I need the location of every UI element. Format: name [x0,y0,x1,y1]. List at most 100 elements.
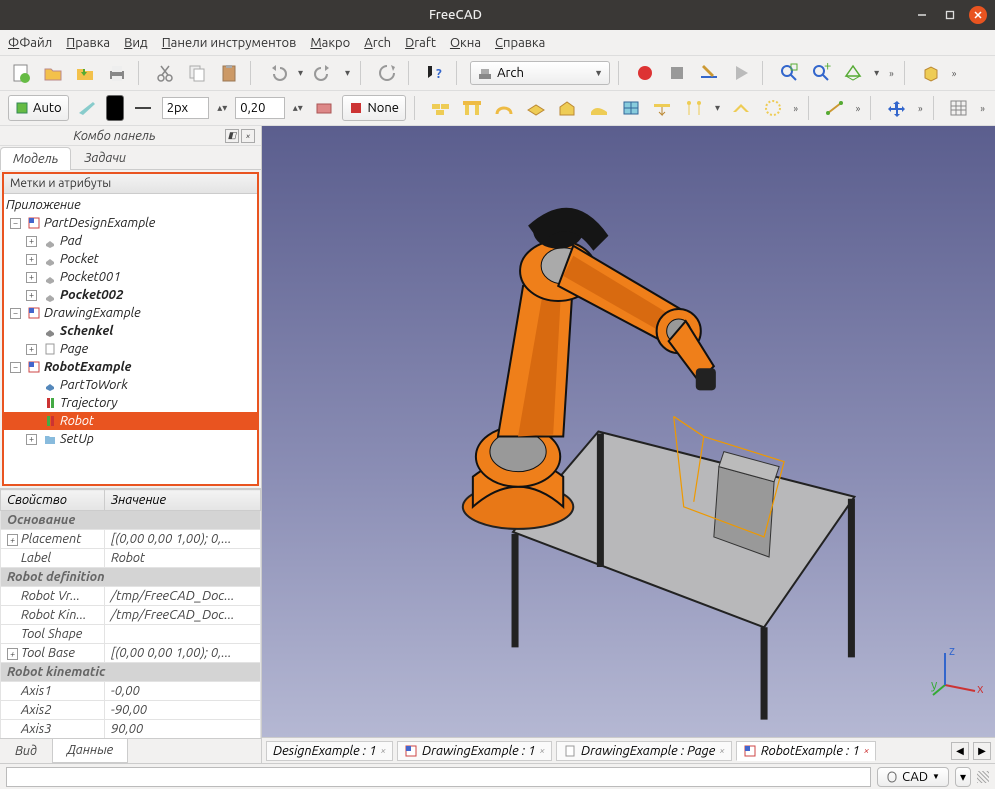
close-icon[interactable]: × [380,745,386,756]
color-swatch[interactable] [106,95,124,121]
arch-window-icon[interactable] [618,95,644,121]
linewidth-stepper[interactable]: ▴▾ [215,102,229,114]
redo-icon[interactable] [311,60,337,86]
print-icon[interactable] [104,60,130,86]
draft-move-icon[interactable] [884,95,910,121]
tree-item-schenkel[interactable]: Schenkel [4,322,257,340]
save-icon[interactable] [72,60,98,86]
paste-icon[interactable] [216,60,242,86]
doctab-robotexample[interactable]: RobotExample : 1× [736,741,876,761]
prop-col-value[interactable]: Значение [105,490,261,511]
menu-windows[interactable]: Окна [450,36,481,50]
prop-row[interactable]: Robot Kin.../tmp/FreeCAD_Doc... [1,606,261,625]
plane-icon[interactable] [75,95,101,121]
menu-view[interactable]: Вид [124,36,148,50]
doctab-drawingexample[interactable]: DrawingExample : 1× [397,741,552,761]
resize-grip[interactable] [977,771,989,783]
construction-icon[interactable] [311,95,337,121]
prop-row[interactable]: Axis390,00 [1,720,261,739]
tree-item-parttowork[interactable]: PartToWork [4,376,257,394]
tree-item-page[interactable]: +Page [4,340,257,358]
workbench-dropdown[interactable]: Arch ▼ [470,61,610,85]
doctab-next-button[interactable]: ▶ [973,742,991,760]
expand-icon[interactable]: + [26,290,37,301]
tree-root[interactable]: Приложение [4,196,257,214]
menu-macro[interactable]: Макро [310,36,350,50]
prop-row[interactable]: +Tool Base[(0,00 0,00 1,00); 0,... [1,644,261,663]
menu-edit[interactable]: Правка [66,36,110,50]
stop-macro-icon[interactable] [664,60,690,86]
menu-file[interactable]: ФФайл [8,36,52,50]
tree-item-pad[interactable]: +Pad [4,232,257,250]
3d-viewport[interactable]: x y z [262,126,995,737]
toolbar2-overflow2-icon[interactable]: » [854,103,863,114]
copy-icon[interactable] [184,60,210,86]
arch-space-icon[interactable] [760,95,786,121]
tab-model[interactable]: Модель [0,147,71,170]
toolbar2-overflow1-icon[interactable]: » [791,103,800,114]
arch-wall-icon[interactable] [428,95,454,121]
fit-all-icon[interactable] [776,60,802,86]
new-doc-icon[interactable] [8,60,34,86]
toolbar2-overflow4-icon[interactable]: » [978,103,987,114]
tab-tasks[interactable]: Задачи [71,146,139,169]
arch-section-icon[interactable] [650,95,676,121]
tree-item-robot[interactable]: Robot [4,412,257,430]
prop-row[interactable]: Robot Vr.../tmp/FreeCAD_Doc... [1,587,261,606]
auto-button[interactable]: Auto [8,95,69,121]
fit-selection-icon[interactable]: + [808,60,834,86]
tree-doc-robot[interactable]: −RobotExample [4,358,257,376]
whatsthis-icon[interactable]: ? [422,60,448,86]
overflow1-chevron-icon[interactable]: » [887,68,896,79]
edit-macro-icon[interactable] [696,60,722,86]
tree-item-trajectory[interactable]: Trajectory [4,394,257,412]
collapse-icon[interactable]: − [10,362,21,373]
close-icon[interactable]: × [864,745,870,756]
tree-doc-drawing[interactable]: −DrawingExample [4,304,257,322]
tree-item-setup[interactable]: +SetUp [4,430,257,448]
overflow2-chevron-icon[interactable]: » [950,68,959,79]
doctab-drawingpage[interactable]: DrawingExample : Page× [556,741,732,761]
minimize-button[interactable] [913,6,931,24]
play-macro-icon[interactable] [728,60,754,86]
close-button[interactable] [969,6,987,24]
close-icon[interactable]: × [539,745,545,756]
status-extra-button[interactable]: ▾ [955,767,971,787]
tab-view[interactable]: Вид [0,739,52,763]
close-icon[interactable]: × [719,745,725,756]
tree-doc-partdesign[interactable]: −PartDesignExample [4,214,257,232]
toolbar2-overflow3-icon[interactable]: » [916,103,925,114]
model-tree[interactable]: Метки и атрибуты Приложение −PartDesignE… [2,172,259,486]
tree-item-pocket[interactable]: +Pocket [4,250,257,268]
panel-float-button[interactable]: ◧ [225,129,239,143]
expand-icon[interactable]: + [26,254,37,265]
arch-axis-icon[interactable] [681,95,707,121]
arch-building-icon[interactable] [555,95,581,121]
cut-icon[interactable] [152,60,178,86]
redo-chevron-icon[interactable]: ▾ [343,67,352,79]
property-grid[interactable]: СвойствоЗначение Основание +Placement[(0… [0,488,261,738]
menu-draft[interactable]: Draft [405,36,436,50]
line-style-icon[interactable] [130,95,156,121]
menu-arch[interactable]: Arch [364,36,391,50]
collapse-icon[interactable]: − [10,308,21,319]
menu-help[interactable]: Справка [495,36,545,50]
record-macro-icon[interactable] [632,60,658,86]
none-button[interactable]: None [342,95,406,121]
prop-row[interactable]: +Placement[(0,00 0,00 1,00); 0,... [1,530,261,549]
part-box-icon[interactable] [918,60,944,86]
arch-roof-icon[interactable] [728,95,754,121]
panel-close-button[interactable]: × [241,129,255,143]
expand-icon[interactable]: + [26,272,37,283]
tab-data[interactable]: Данные [52,739,128,763]
command-input[interactable] [6,767,871,787]
doctab-prev-button[interactable]: ◀ [951,742,969,760]
arch-site-icon[interactable] [586,95,612,121]
snap-grid-icon[interactable] [947,95,973,121]
tree-item-pocket001[interactable]: +Pocket001 [4,268,257,286]
prop-row[interactable]: Tool Shape [1,625,261,644]
expand-icon[interactable]: + [26,344,37,355]
drawstyle-chevron-icon[interactable]: ▾ [872,67,881,79]
nav-style-button[interactable]: CAD ▼ [877,767,949,787]
menu-toolbars[interactable]: Панели инструментов [162,36,297,50]
